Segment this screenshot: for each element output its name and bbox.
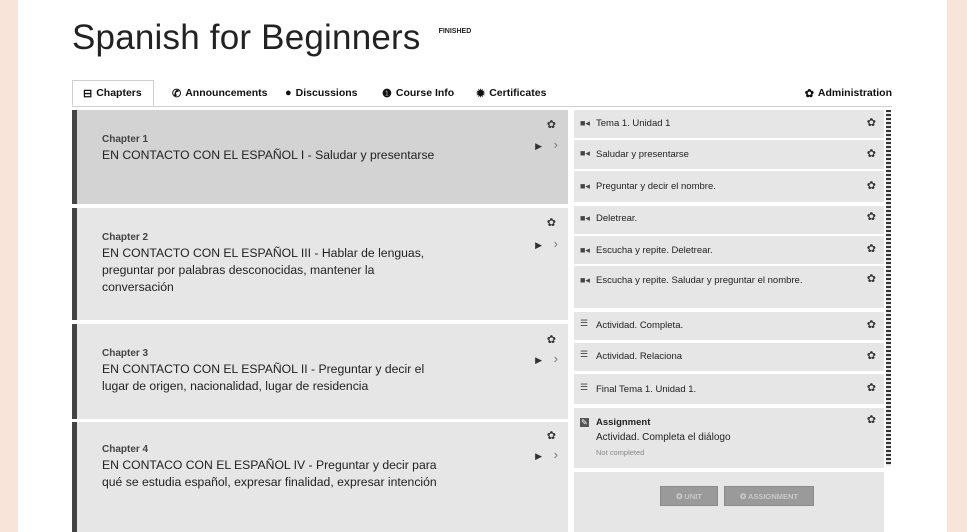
unit-item[interactable]: ☰ Actividad. Relaciona ✿ [574,343,884,371]
chapter-list: Chapter 1 EN CONTACTO CON EL ESPAÑOL I -… [72,110,568,532]
video-camera-icon: ■◂ [580,275,590,285]
gear-icon[interactable]: ✿ [867,318,876,331]
video-camera-icon: ■◂ [580,245,590,255]
chapters-icon: ⊟ [83,87,93,100]
gear-icon[interactable]: ✿ [547,333,556,346]
chevron-right-icon[interactable]: › [554,236,558,251]
drag-handle[interactable] [886,110,891,466]
edit-icon: ✎ [580,418,589,427]
tab-announcements[interactable]: ✆ Announcements [172,80,267,106]
chapter-item-4[interactable]: Chapter 4 EN CONTACO CON EL ESPAÑOL IV -… [72,422,568,532]
chapter-number: Chapter 1 [102,134,149,145]
gear-icon[interactable]: ✿ [867,349,876,362]
list-icon: ☰ [580,382,589,392]
unit-item[interactable]: ■◂ Tema 1. Unidad 1 ✿ [574,110,884,138]
assignment-item[interactable]: ✎ Assignment Actividad. Completa el diál… [574,408,884,468]
unit-label: Deletrear. [596,213,638,224]
gear-icon[interactable]: ✿ [867,242,876,255]
course-title: Spanish for Beginners [72,18,421,57]
chapter-item-3[interactable]: Chapter 3 EN CONTACTO CON EL ESPAÑOL II … [72,324,568,419]
gear-icon[interactable]: ✿ [547,118,556,131]
assignment-name: Actividad. Completa el diálogo [596,432,731,443]
gear-icon[interactable]: ✿ [547,216,556,229]
chapter-item-1[interactable]: Chapter 1 EN CONTACTO CON EL ESPAÑOL I -… [72,110,568,204]
unit-label: Actividad. Completa. [596,320,684,331]
add-unit-button[interactable]: ✪ UNIT [660,486,718,506]
chevron-right-icon[interactable]: › [554,351,558,366]
chapter-item-2[interactable]: Chapter 2 EN CONTACTO CON EL ESPAÑOL III… [72,208,568,320]
chapter-name: EN CONTACO CON EL ESPAÑOL IV - Preguntar… [102,458,437,489]
gear-icon[interactable]: ✿ [867,413,876,426]
chat-bubble-icon: ● [285,87,292,99]
gear-icon[interactable]: ✿ [547,429,556,442]
title-row: Spanish for Beginners FINISHED [72,18,471,58]
chapter-name: EN CONTACTO CON EL ESPAÑOL III - Hablar … [102,246,425,294]
tab-course-info[interactable]: ❶ Course Info [382,80,454,106]
unit-item[interactable]: ■◂ Saludar y presentarse ✿ [574,140,884,169]
unit-item[interactable]: ☰ Final Tema 1. Unidad 1. ✿ [574,374,884,404]
chapter-name: EN CONTACTO CON EL ESPAÑOL I - Saludar y… [102,148,435,162]
administration-label: Administration [817,87,892,99]
page: Spanish for Beginners FINISHED ⊟ Chapter… [18,0,947,532]
play-icon[interactable]: ▶ [535,240,542,251]
play-icon[interactable]: ▶ [535,141,542,152]
unit-item[interactable]: ■◂ Preguntar y decir el nombre. ✿ [574,171,884,202]
unit-label: Escucha y repite. Deletrear. [596,245,713,256]
tab-certificates[interactable]: ✹ Certificates [476,80,546,106]
list-icon: ☰ [580,318,589,328]
chapter-number: Chapter 3 [102,348,149,359]
tab-label: Certificates [489,87,547,99]
assignment-title: Assignment [596,417,651,428]
video-camera-icon: ■◂ [580,181,590,191]
megaphone-icon: ✆ [172,87,182,100]
tab-label: Announcements [185,87,268,99]
gear-icon[interactable]: ✿ [867,179,876,192]
video-camera-icon: ■◂ [580,118,590,128]
gear-icon[interactable]: ✿ [867,116,876,129]
unit-label: Final Tema 1. Unidad 1. [596,384,697,395]
info-icon: ❶ [382,87,392,100]
unit-label: Saludar y presentarse [596,149,689,160]
unit-item[interactable]: ■◂ Escucha y repite. Saludar y preguntar… [574,266,884,308]
assignment-status: Not completed [596,448,645,457]
add-controls: ✪ UNIT ✪ ASSIGNMENT [574,472,884,532]
chapter-number: Chapter 2 [102,232,149,243]
status-badge: FINISHED [438,28,472,35]
tab-bar: ⊟ Chapters ✆ Announcements ● Discussions… [72,80,892,106]
chapter-name: EN CONTACTO CON EL ESPAÑOL II - Pregunta… [102,362,425,393]
chevron-right-icon[interactable]: › [554,137,558,152]
video-camera-icon: ■◂ [580,213,590,223]
chapter-number: Chapter 4 [102,444,149,455]
tab-label: Chapters [96,87,142,99]
add-assignment-button[interactable]: ✪ ASSIGNMENT [724,486,814,506]
tab-discussions[interactable]: ● Discussions [285,80,358,106]
tab-label: Discussions [295,87,358,99]
tab-label: Course Info [395,87,455,99]
video-camera-icon: ■◂ [580,148,590,158]
unit-item[interactable]: ■◂ Escucha y repite. Deletrear. ✿ [574,236,884,264]
gear-icon[interactable]: ✿ [867,381,876,394]
unit-list: ■◂ Tema 1. Unidad 1 ✿ ■◂ Saludar y prese… [574,110,892,532]
assignment-text: Assignment Actividad. Completa el diálog… [596,415,816,460]
list-icon: ☰ [580,349,589,359]
gear-icon: ✿ [804,87,814,100]
unit-label: Actividad. Relaciona [596,351,683,362]
tab-divider [72,106,892,107]
unit-label: Tema 1. Unidad 1 [596,118,671,129]
unit-label: Escucha y repite. Saludar y preguntar el… [596,275,803,286]
gear-icon[interactable]: ✿ [867,272,876,285]
administration-link[interactable]: ✿ Administration [805,80,892,106]
unit-item[interactable]: ■◂ Deletrear. ✿ [574,206,884,234]
tab-chapters[interactable]: ⊟ Chapters [72,80,154,106]
play-icon[interactable]: ▶ [535,451,542,462]
chevron-right-icon[interactable]: › [554,447,558,462]
gear-icon[interactable]: ✿ [867,210,876,223]
unit-item[interactable]: ☰ Actividad. Completa. ✿ [574,312,884,340]
unit-label: Preguntar y decir el nombre. [596,181,716,192]
certificate-icon: ✹ [476,87,486,100]
gear-icon[interactable]: ✿ [867,147,876,160]
play-icon[interactable]: ▶ [535,355,542,366]
